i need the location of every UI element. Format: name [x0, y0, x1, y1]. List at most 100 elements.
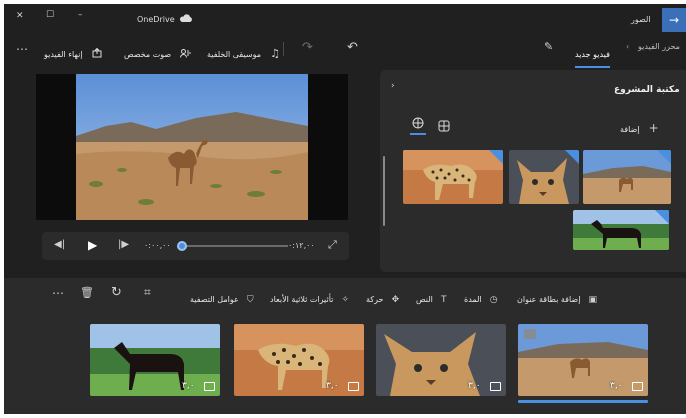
tab-video-editor[interactable]: محرر الفيديو	[638, 42, 680, 51]
text-icon: T	[440, 295, 447, 305]
clip-duration: ٣,٠	[468, 381, 481, 391]
custom-audio-label: صوت مخصص	[124, 50, 172, 59]
clip-duration: ٣,٠	[610, 381, 623, 391]
view-grid-large-button[interactable]	[410, 117, 426, 137]
library-item-horse[interactable]	[573, 210, 669, 250]
add-title-card-label: إضافة بطاقة عنوان	[517, 295, 581, 304]
seek-track[interactable]	[180, 245, 288, 247]
minimize-button[interactable]: –	[78, 11, 83, 20]
title-card-icon: ▣	[588, 295, 598, 305]
text-label: النص	[416, 295, 433, 304]
maximize-button[interactable]: ☐	[46, 11, 54, 20]
export-icon	[92, 47, 102, 57]
collapse-chevron-icon[interactable]: ›	[391, 82, 395, 91]
background-music-button[interactable]: موسيقى الخلفية ♫	[207, 42, 280, 60]
finish-video-label: إنهاء الفيديو	[44, 50, 83, 59]
tab-active-underline	[575, 66, 610, 68]
selected-clip-indicator	[518, 400, 648, 403]
back-button[interactable]: →	[662, 8, 686, 32]
grid-icon	[412, 117, 424, 129]
image-type-icon	[204, 382, 215, 391]
project-library: › مكتبة المشروع إضافة +	[380, 70, 686, 272]
undo-button[interactable]: ↶	[347, 41, 358, 54]
horse-clip-image	[90, 324, 220, 396]
effects-3d-label: تأثيرات ثلاثية الأبعاد	[270, 295, 334, 304]
preview-image	[76, 74, 308, 220]
close-button[interactable]: ✕	[16, 12, 24, 21]
total-time: ٠:١٢,٠٠	[288, 241, 315, 250]
text-button[interactable]: النص T	[416, 287, 446, 306]
add-title-card-button[interactable]: إضافة بطاقة عنوان ▣	[517, 287, 597, 306]
main-toolbar: ⋯ إنهاء الفيديو صوت مخصص موسيقى الخلفية …	[4, 32, 686, 68]
more-options-button[interactable]: ⋯	[16, 43, 28, 55]
view-active-underline	[410, 133, 426, 135]
image-type-icon	[632, 382, 643, 391]
chevron-left-icon: ‹	[626, 42, 630, 51]
toolbar-divider	[283, 42, 284, 56]
add-media-button[interactable]: إضافة +	[620, 117, 659, 136]
selected-corner-icon	[489, 150, 503, 164]
pencil-icon[interactable]: ✎	[544, 41, 553, 52]
storyboard-clip-camel[interactable]: ٣,٠	[518, 324, 648, 396]
delete-icon[interactable]: 🗑	[80, 287, 94, 298]
storyboard-toolbar: ⋯ 🗑 ↻ ⌗ عوامل التصفية ⛉ تأثيرات ثلاثية ا…	[4, 286, 686, 306]
add-media-label: إضافة	[620, 125, 640, 134]
motion-label: حركة	[366, 295, 384, 304]
crop-icon[interactable]: ⌗	[144, 286, 151, 298]
more-options-icon[interactable]: ⋯	[52, 287, 64, 299]
clock-icon: ◷	[489, 295, 498, 305]
storyboard-clip-caracal[interactable]: ٣,٠	[376, 324, 506, 396]
app-window: ✕ ☐ – OneDrive الصور → ⋯ إنهاء الفيديو ص…	[4, 4, 686, 414]
fullscreen-icon[interactable]: ⤢	[328, 239, 337, 250]
grid-small-icon	[438, 120, 450, 132]
seek-thumb[interactable]	[177, 241, 187, 251]
image-type-icon	[348, 382, 359, 391]
redo-button[interactable]: ↷	[302, 41, 313, 54]
effects-3d-icon: ✧	[341, 295, 349, 305]
clip-duration: ٣,٠	[326, 381, 339, 391]
caracal-clip-image	[376, 324, 506, 396]
arrow-right-icon: →	[668, 13, 680, 27]
title-bar: ✕ ☐ – OneDrive الصور →	[4, 4, 686, 32]
motion-button[interactable]: حركة ✥	[366, 287, 399, 306]
background-music-label: موسيقى الخلفية	[207, 50, 262, 59]
filters-label: عوامل التصفية	[190, 295, 239, 304]
image-type-icon	[490, 382, 501, 391]
view-grid-small-button[interactable]	[438, 117, 450, 136]
clip-duration: ٣,٠	[182, 381, 195, 391]
storyboard-clip-horse[interactable]: ٣,٠	[90, 324, 220, 396]
selected-corner-icon	[655, 210, 669, 224]
effects-3d-button[interactable]: تأثيرات ثلاثية الأبعاد ✧	[270, 287, 349, 306]
selected-corner-icon	[565, 150, 579, 164]
duration-button[interactable]: المدة ◷	[464, 287, 498, 306]
audio-icon	[180, 48, 191, 58]
play-button[interactable]: ▶	[88, 239, 97, 251]
video-frame[interactable]	[36, 74, 348, 220]
playback-controls: ◀| ▶ |▶ ٠:٠٠,٠٠ ٠:١٢,٠٠ ⤢	[42, 232, 349, 260]
cloud-icon	[179, 14, 192, 22]
back-label: الصور	[631, 15, 651, 24]
storyboard-clip-leopard[interactable]: ٣,٠	[234, 324, 364, 396]
tab-new-video[interactable]: فيديو جديد	[575, 42, 610, 68]
previous-frame-button[interactable]: ◀|	[54, 240, 65, 250]
finish-video-button[interactable]: إنهاء الفيديو	[44, 42, 102, 59]
current-time: ٠:٠٠,٠٠	[144, 241, 171, 250]
library-scrollbar[interactable]	[383, 156, 385, 226]
selected-corner-icon	[657, 150, 671, 164]
tab-new-video-label: فيديو جديد	[575, 50, 610, 59]
select-checkbox[interactable]	[524, 329, 536, 339]
filters-button[interactable]: عوامل التصفية ⛉	[190, 287, 254, 306]
plus-icon: +	[648, 121, 659, 135]
next-frame-button[interactable]: |▶	[118, 240, 129, 250]
library-item-caracal[interactable]	[509, 150, 579, 204]
music-note-icon: ♫	[270, 47, 280, 60]
library-item-leopard[interactable]	[403, 150, 503, 204]
motion-icon: ✥	[391, 295, 400, 305]
preview-panel: ◀| ▶ |▶ ٠:٠٠,٠٠ ٠:١٢,٠٠ ⤢	[4, 68, 380, 272]
library-title: مكتبة المشروع	[614, 85, 680, 95]
rotate-icon[interactable]: ↻	[111, 286, 122, 299]
camel-clip-image	[518, 324, 648, 396]
library-item-camel[interactable]	[583, 150, 671, 204]
custom-audio-button[interactable]: صوت مخصص	[124, 42, 191, 59]
leopard-image	[403, 150, 503, 204]
